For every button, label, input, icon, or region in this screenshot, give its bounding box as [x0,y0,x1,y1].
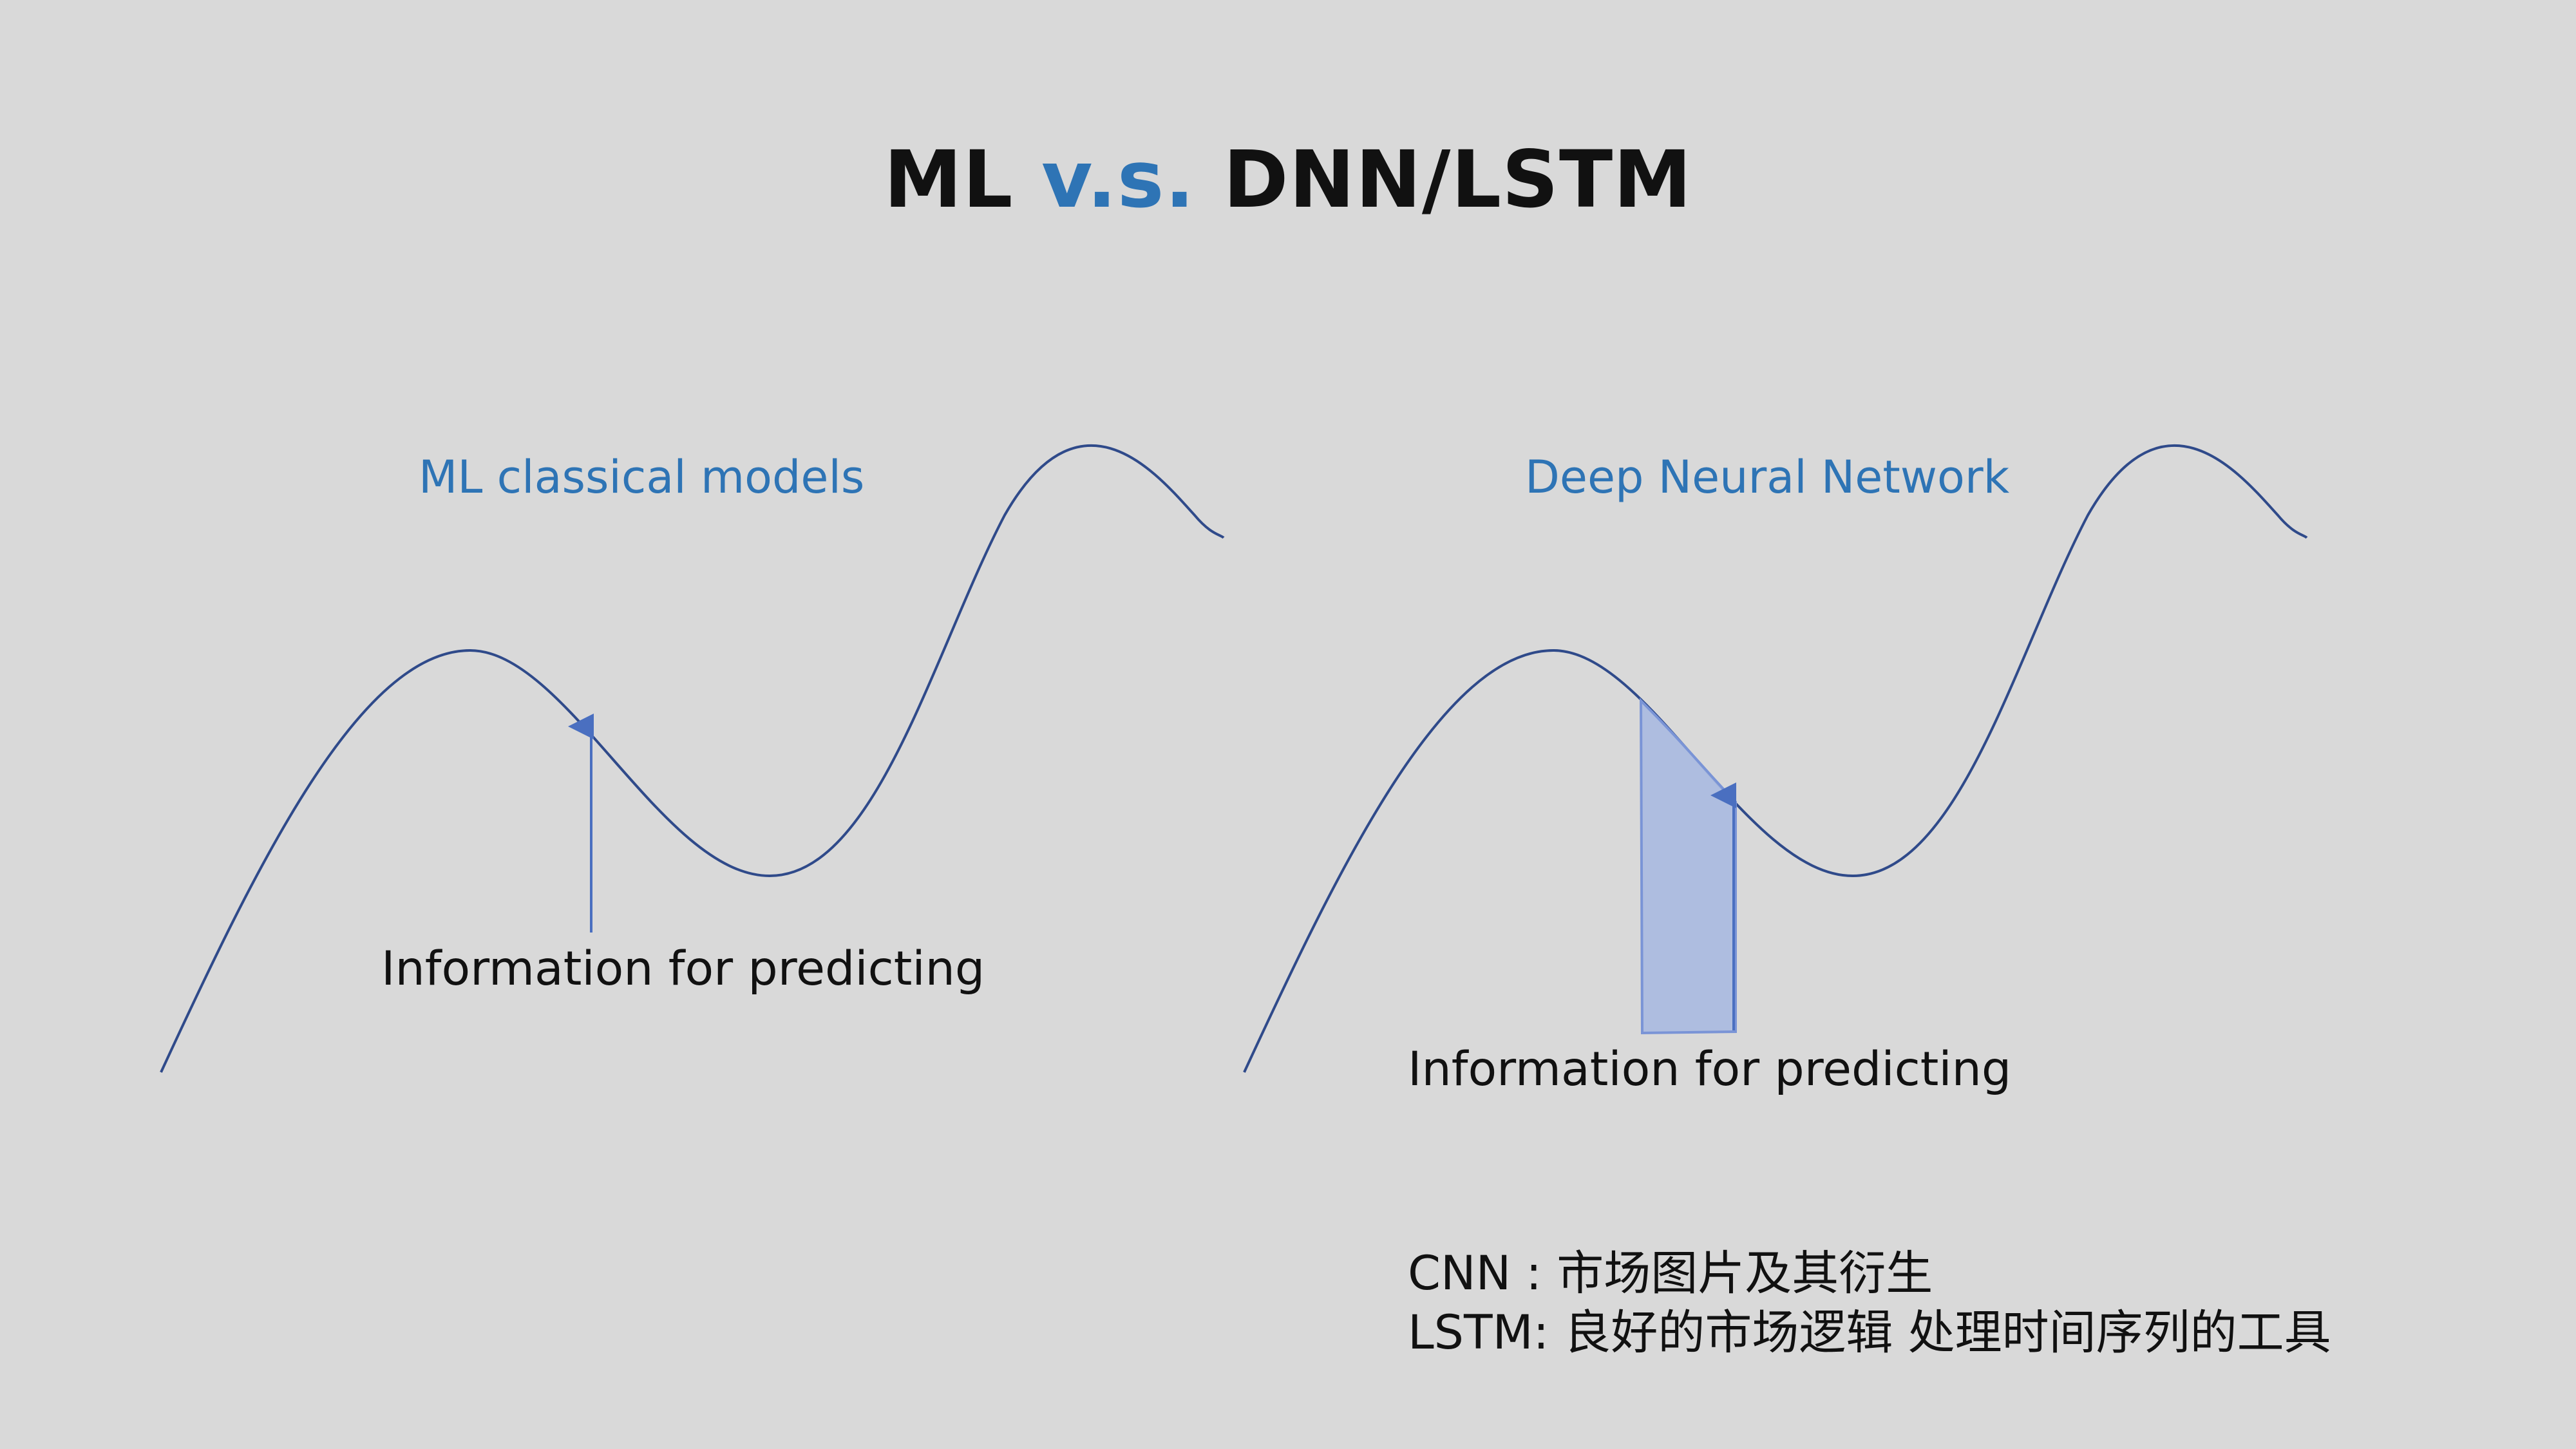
right-signal-curve [1243,444,2308,1073]
left-annotation: Information for predicting [381,942,985,996]
note-lstm: LSTM: 良好的市场逻辑 处理时间序列的工具 [1408,1305,2331,1360]
model-notes: CNN : 市场图片及其衍生 LSTM: 良好的市场逻辑 处理时间序列的工具 [1408,1244,2331,1363]
diagram-canvas [160,444,2308,1073]
right-annotation: Information for predicting [1408,1042,2012,1097]
lookback-window [1639,697,1737,1035]
note-cnn: CNN : 市场图片及其衍生 [1408,1246,1933,1301]
